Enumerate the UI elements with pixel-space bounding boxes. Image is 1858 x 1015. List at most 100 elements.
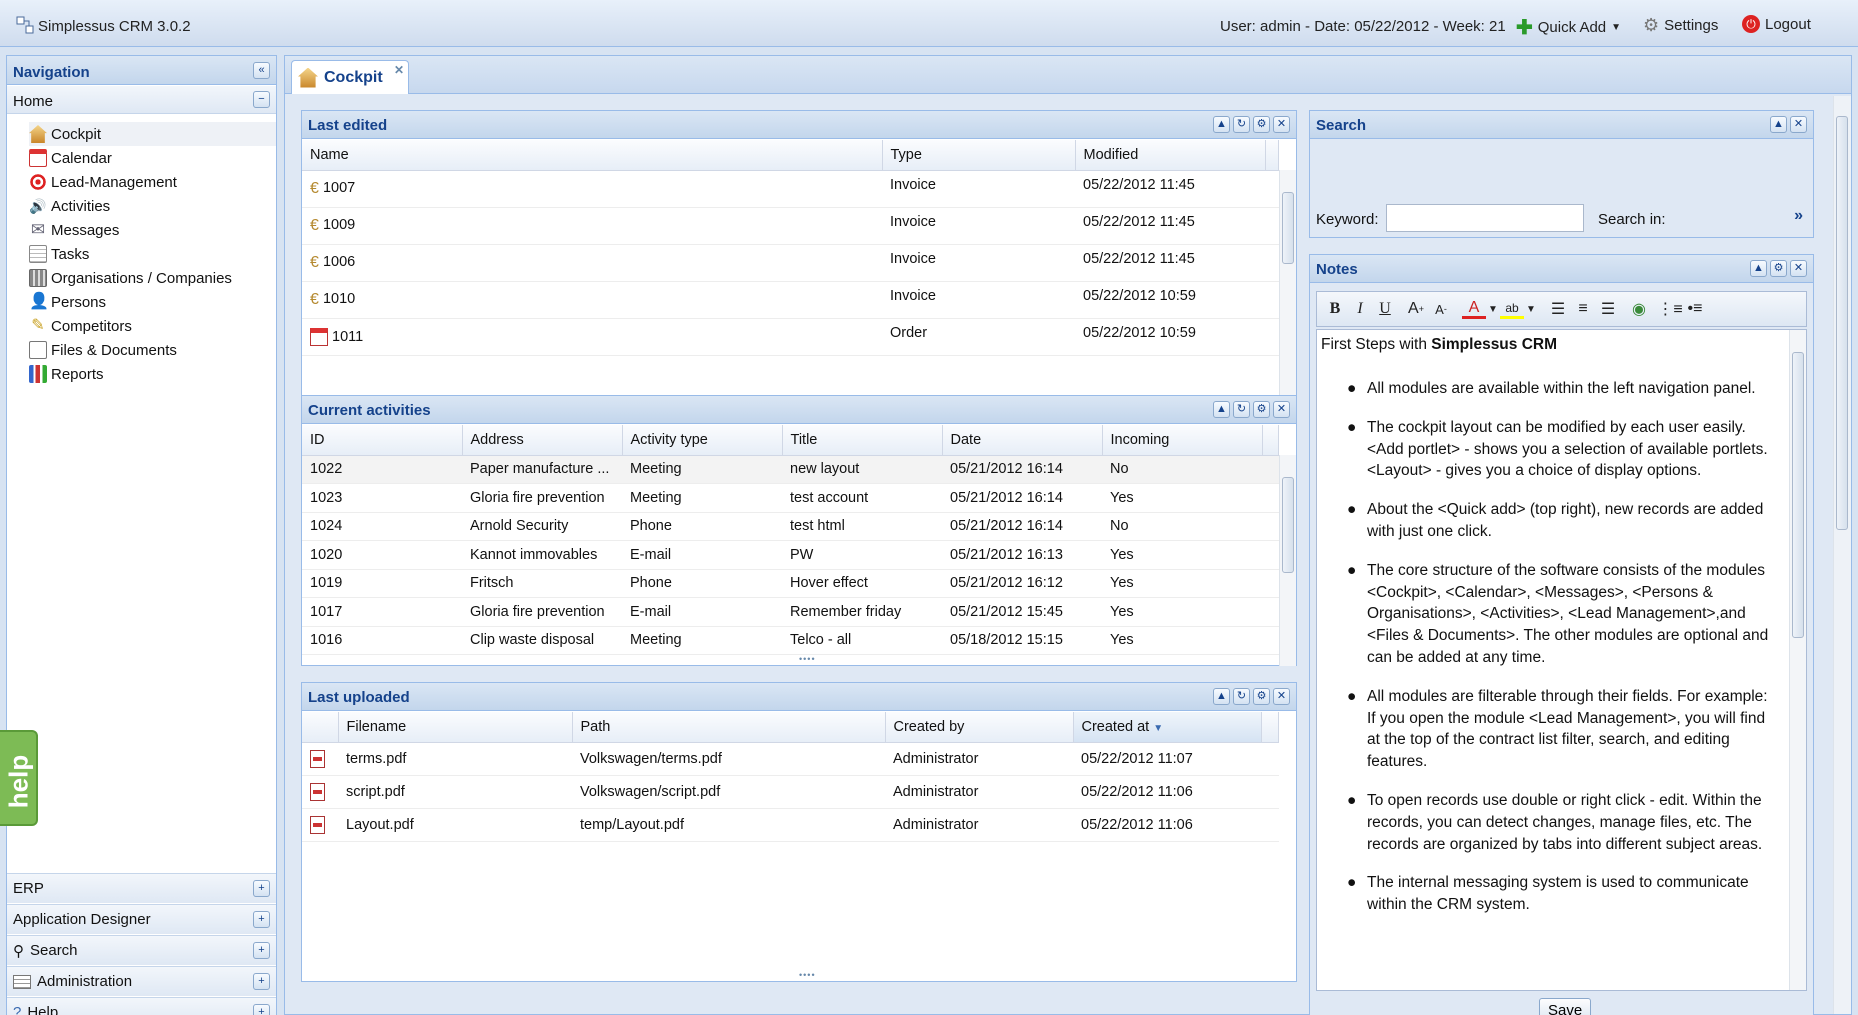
nav-item-persons[interactable]: 👤 Persons	[29, 290, 276, 314]
bold-icon[interactable]: B	[1323, 297, 1347, 321]
expand-icon[interactable]: +	[253, 973, 270, 990]
nav-section-erp[interactable]: ERP +	[7, 873, 276, 903]
table-row[interactable]: 1011 Order 05/22/2012 10:59	[302, 318, 1279, 356]
expand-icon[interactable]: +	[253, 1004, 270, 1015]
nav-item-messages[interactable]: ✉ Messages	[29, 218, 276, 242]
ordered-list-icon[interactable]: ⋮≡	[1657, 297, 1682, 321]
expand-icon[interactable]: +	[253, 880, 270, 897]
save-button[interactable]: Save	[1539, 998, 1592, 1015]
column-header-title[interactable]: Title	[782, 425, 943, 456]
column-header-path[interactable]: Path	[572, 712, 886, 743]
column-header-address[interactable]: Address	[462, 425, 623, 456]
settings-button[interactable]: ⚙ Settings	[1643, 15, 1718, 36]
highlight-icon[interactable]: ab	[1500, 299, 1524, 319]
refresh-icon[interactable]: ↻	[1233, 116, 1250, 133]
scrollbar-thumb[interactable]	[1792, 352, 1804, 638]
notes-editor[interactable]: First Steps with Simplessus CRM ● All mod…	[1316, 329, 1807, 991]
nav-item-cockpit[interactable]: Cockpit	[29, 122, 276, 146]
column-header-type[interactable]: Type	[882, 140, 1076, 171]
column-header-filename[interactable]: Filename	[338, 712, 573, 743]
scrollbar-thumb[interactable]	[1282, 477, 1294, 573]
page-scrollbar[interactable]	[1833, 96, 1851, 1014]
collapse-icon[interactable]: ▲	[1770, 116, 1787, 133]
column-header-activity-type[interactable]: Activity type	[622, 425, 783, 456]
expand-icon[interactable]: +	[253, 911, 270, 928]
scrollbar-thumb[interactable]	[1282, 192, 1294, 264]
underline-icon[interactable]: U	[1373, 297, 1397, 321]
refresh-icon[interactable]: ↻	[1233, 401, 1250, 418]
quick-add-button[interactable]: ✚ Quick Add ▼	[1516, 15, 1621, 40]
table-row[interactable]: terms.pdf Volkswagen/terms.pdf Administr…	[302, 742, 1279, 776]
font-color-icon[interactable]: A	[1462, 299, 1486, 319]
table-row[interactable]: € 1010 Invoice 05/22/2012 10:59	[302, 281, 1279, 319]
nav-section-help[interactable]: ? Help +	[7, 997, 276, 1015]
column-header-modified[interactable]: Modified	[1075, 140, 1266, 171]
scrollbar-thumb[interactable]	[1836, 116, 1848, 530]
refresh-icon[interactable]: ↻	[1233, 688, 1250, 705]
column-header-id[interactable]: ID	[302, 425, 463, 456]
close-icon[interactable]: ✕	[1790, 116, 1807, 133]
collapse-home-icon[interactable]: −	[253, 91, 270, 108]
nav-item-activities[interactable]: 🔊 Activities	[29, 194, 276, 218]
close-icon[interactable]: ✕	[1273, 116, 1290, 133]
close-icon[interactable]: ✕	[1273, 688, 1290, 705]
table-row[interactable]: 1017 Gloria fire prevention E-mail Remem…	[302, 597, 1279, 627]
table-row[interactable]: 1020 Kannot immovables E-mail PW 05/21/2…	[302, 540, 1279, 570]
shrink-font-icon[interactable]: A-	[1429, 297, 1453, 321]
gear-icon[interactable]: ⚙	[1253, 401, 1270, 418]
expand-search-icon[interactable]: »	[1794, 207, 1803, 225]
table-row[interactable]: Layout.pdf temp/Layout.pdf Administrator…	[302, 808, 1279, 842]
table-row[interactable]: 1024 Arnold Security Phone test html 05/…	[302, 512, 1279, 541]
gear-icon[interactable]: ⚙	[1770, 260, 1787, 277]
expand-icon[interactable]: +	[253, 942, 270, 959]
nav-item-reports[interactable]: Reports	[29, 362, 276, 386]
nav-item-lead-management[interactable]: Lead-Management	[29, 170, 276, 194]
nav-item-competitors[interactable]: ✎ Competitors	[29, 314, 276, 338]
column-header-incoming[interactable]: Incoming	[1102, 425, 1263, 456]
table-row[interactable]: 1016 Clip waste disposal Meeting Telco -…	[302, 626, 1279, 655]
table-row[interactable]: 1019 Fritsch Phone Hover effect 05/21/20…	[302, 569, 1279, 598]
collapse-icon[interactable]: ▲	[1750, 260, 1767, 277]
nav-section-administration[interactable]: Administration +	[7, 966, 276, 996]
tab-cockpit[interactable]: Cockpit ✕	[291, 60, 409, 94]
column-header-name[interactable]: Name	[302, 140, 883, 171]
vertical-scrollbar[interactable]	[1789, 330, 1806, 990]
table-row[interactable]: € 1009 Invoice 05/22/2012 11:45	[302, 207, 1279, 245]
grow-font-icon[interactable]: A +	[1404, 297, 1428, 321]
table-row[interactable]: € 1006 Invoice 05/22/2012 11:45	[302, 244, 1279, 282]
resize-handle-icon[interactable]: ••••	[799, 970, 816, 980]
vertical-scrollbar[interactable]	[1279, 455, 1296, 666]
help-tab[interactable]: help	[0, 730, 38, 826]
gear-icon[interactable]: ⚙	[1253, 688, 1270, 705]
link-icon[interactable]: ◉	[1627, 297, 1651, 321]
close-icon[interactable]: ✕	[1273, 401, 1290, 418]
chevron-down-icon[interactable]: ▼	[1487, 297, 1499, 321]
resize-handle-icon[interactable]: ••••	[799, 654, 816, 664]
nav-item-organisations[interactable]: Organisations / Companies	[29, 266, 276, 290]
collapse-icon[interactable]: ▲	[1213, 401, 1230, 418]
column-header-created-by[interactable]: Created by	[885, 712, 1074, 743]
gear-icon[interactable]: ⚙	[1253, 116, 1270, 133]
close-icon[interactable]: ✕	[394, 63, 404, 77]
italic-icon[interactable]: I	[1348, 297, 1372, 321]
collapse-navigation-icon[interactable]: «	[253, 62, 270, 79]
nav-section-application-designer[interactable]: Application Designer +	[7, 904, 276, 934]
align-center-icon[interactable]: ≡	[1571, 297, 1595, 321]
collapse-icon[interactable]: ▲	[1213, 116, 1230, 133]
chevron-down-icon[interactable]: ▼	[1525, 297, 1537, 321]
nav-section-search[interactable]: ⚲ Search +	[7, 935, 276, 965]
bullet-list-icon[interactable]: •≡	[1683, 297, 1707, 321]
close-icon[interactable]: ✕	[1790, 260, 1807, 277]
align-left-icon[interactable]: ☰	[1546, 297, 1570, 321]
column-header-created-at[interactable]: Created at ▼	[1073, 712, 1262, 743]
home-section-header[interactable]: Home −	[7, 86, 276, 114]
table-row[interactable]: 1022 Paper manufacture ... Meeting new l…	[302, 455, 1279, 484]
table-row[interactable]: 1023 Gloria fire prevention Meeting test…	[302, 483, 1279, 513]
table-row[interactable]: script.pdf Volkswagen/script.pdf Adminis…	[302, 775, 1279, 809]
table-row[interactable]: € 1007 Invoice 05/22/2012 11:45	[302, 170, 1279, 208]
nav-item-files-documents[interactable]: Files & Documents	[29, 338, 276, 362]
column-header-date[interactable]: Date	[942, 425, 1103, 456]
nav-item-tasks[interactable]: Tasks	[29, 242, 276, 266]
keyword-input[interactable]	[1386, 204, 1584, 232]
nav-item-calendar[interactable]: Calendar	[29, 146, 276, 170]
